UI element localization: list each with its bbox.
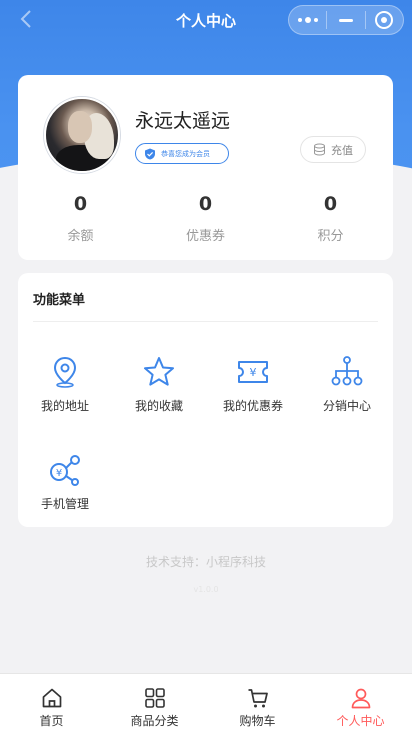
stat-balance[interactable]: 0 余额 bbox=[18, 190, 143, 250]
menu-title: 功能菜单 bbox=[33, 293, 86, 308]
coins-icon bbox=[314, 143, 325, 156]
version-text: v1.0.0 bbox=[193, 585, 219, 594]
stat-coupons[interactable]: 0 优惠券 bbox=[143, 190, 268, 250]
recharge-button[interactable]: 充值 bbox=[300, 136, 366, 163]
user-card: 永远太遥远 恭喜您成为会员 充值 0 余额 0 优惠券 0 积分 bbox=[18, 75, 393, 260]
menu-item-label: 手机管理 bbox=[40, 497, 89, 511]
menu-item-address[interactable]: 我的地址 bbox=[18, 355, 112, 414]
cart-icon bbox=[248, 689, 268, 708]
more-button[interactable] bbox=[289, 5, 326, 35]
location-pin-icon bbox=[53, 356, 77, 388]
minimize-icon bbox=[338, 18, 353, 22]
menu-item-distribution[interactable]: 分销中心 bbox=[300, 355, 394, 414]
recharge-label: 充值 bbox=[331, 143, 353, 157]
tech-support-text: 技术支持：小程序科技 bbox=[145, 555, 266, 569]
navigation-bar: 个人中心 bbox=[0, 0, 412, 40]
stat-label: 余额 bbox=[67, 229, 94, 244]
stats-row: 0 余额 0 优惠券 0 积分 bbox=[18, 190, 393, 250]
money-link-icon: ¥ bbox=[50, 455, 80, 486]
svg-text:¥: ¥ bbox=[250, 366, 257, 379]
menu-item-favorites[interactable]: 我的收藏 bbox=[112, 355, 206, 414]
page-title: 个人中心 bbox=[175, 11, 236, 30]
divider bbox=[33, 321, 378, 322]
user-name: 永远太遥远 bbox=[135, 110, 231, 132]
member-badge: 恭喜您成为会员 bbox=[135, 143, 229, 164]
avatar[interactable] bbox=[44, 97, 120, 173]
member-badge-text: 恭喜您成为会员 bbox=[161, 149, 210, 158]
star-icon bbox=[144, 357, 174, 386]
person-icon bbox=[351, 688, 370, 709]
grid-category-icon bbox=[144, 688, 165, 708]
tab-categories[interactable]: 商品分类 bbox=[103, 674, 206, 733]
stat-value: 0 bbox=[323, 193, 338, 215]
more-dots-icon bbox=[297, 17, 318, 23]
menu-item-label: 我的地址 bbox=[40, 399, 89, 413]
svg-text:¥: ¥ bbox=[56, 468, 62, 479]
close-button[interactable] bbox=[366, 5, 403, 35]
menu-item-label: 我的收藏 bbox=[134, 399, 183, 413]
stat-label: 优惠券 bbox=[185, 229, 225, 244]
tab-bar: 首页 商品分类 购物车 个人中心 bbox=[0, 673, 412, 733]
tab-label: 商品分类 bbox=[130, 714, 179, 728]
menu-item-phone-management[interactable]: ¥ 手机管理 bbox=[18, 453, 112, 512]
menu-item-label: 分销中心 bbox=[322, 399, 371, 413]
shield-icon bbox=[145, 148, 155, 159]
tab-cart[interactable]: 购物车 bbox=[206, 674, 309, 733]
home-icon bbox=[42, 688, 61, 708]
tab-profile[interactable]: 个人中心 bbox=[309, 674, 412, 733]
menu-item-coupons[interactable]: ¥ 我的优惠券 bbox=[206, 355, 300, 414]
stat-label: 积分 bbox=[317, 229, 344, 244]
menu-item-label: 我的优惠券 bbox=[222, 399, 283, 413]
minimize-button[interactable] bbox=[327, 5, 364, 35]
chevron-left-icon[interactable] bbox=[16, 8, 38, 30]
stat-value: 0 bbox=[198, 193, 213, 215]
tab-label: 购物车 bbox=[239, 714, 276, 728]
stat-points[interactable]: 0 积分 bbox=[268, 190, 393, 250]
tab-label: 首页 bbox=[39, 714, 64, 728]
mini-program-capsule bbox=[288, 5, 404, 35]
tab-label: 个人中心 bbox=[336, 714, 385, 728]
org-tree-icon bbox=[331, 356, 363, 386]
close-target-icon bbox=[375, 11, 394, 29]
function-menu-card: 功能菜单 我的地址 我的收藏 ¥ 我的优惠券 分销中心 ¥ 手机管理 bbox=[18, 273, 393, 527]
coupon-ticket-icon: ¥ bbox=[238, 361, 268, 383]
stat-value: 0 bbox=[73, 193, 88, 215]
tab-home[interactable]: 首页 bbox=[0, 674, 103, 733]
